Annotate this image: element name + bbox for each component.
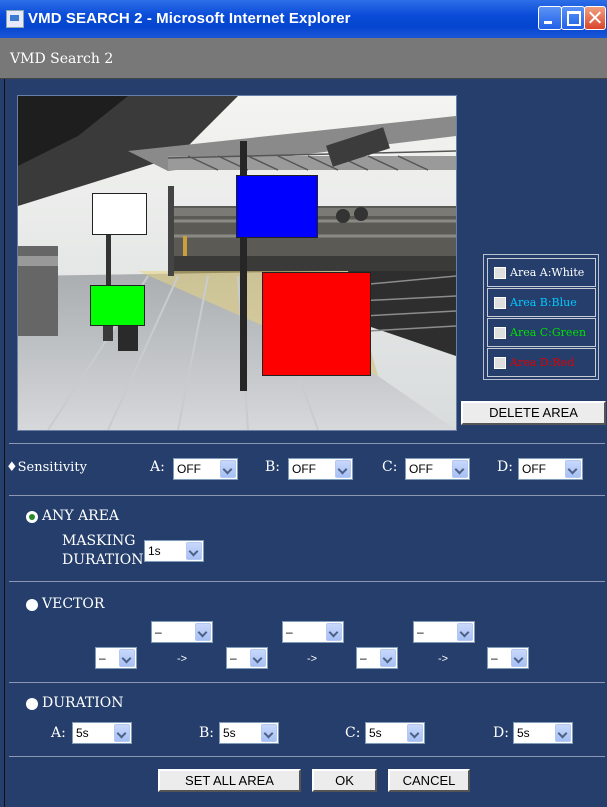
legend-item-area-b[interactable]: Area B:Blue bbox=[487, 288, 596, 317]
legend-item-area-d[interactable]: Area D:Red bbox=[487, 348, 596, 377]
maximize-icon[interactable] bbox=[561, 6, 585, 30]
sensitivity-a-label: A: bbox=[150, 459, 165, 475]
area-d-box[interactable] bbox=[262, 272, 371, 376]
legend-item-area-c[interactable]: Area C:Green bbox=[487, 318, 596, 347]
page-title: VMD Search 2 bbox=[10, 51, 114, 67]
chevron-down-icon[interactable] bbox=[457, 623, 473, 641]
area-d-checkbox[interactable] bbox=[494, 357, 506, 369]
ok-button[interactable]: OK bbox=[312, 769, 377, 792]
any-area-radio[interactable] bbox=[26, 511, 38, 523]
legend-item-area-a[interactable]: Area A:White bbox=[487, 258, 596, 287]
vector-bottom-select-3[interactable]: – bbox=[356, 647, 398, 669]
station-platform-image bbox=[18, 96, 456, 430]
ie-app-icon bbox=[6, 10, 24, 28]
legend-label-c: Area C:Green bbox=[510, 326, 587, 339]
area-a-box[interactable] bbox=[92, 193, 147, 235]
duration-c-label: C: bbox=[345, 725, 361, 741]
chevron-down-icon[interactable] bbox=[250, 649, 266, 667]
chevron-down-icon[interactable] bbox=[407, 724, 423, 742]
vector-arrow-3: -> bbox=[438, 653, 449, 665]
vector-top-select-3[interactable]: – bbox=[413, 621, 475, 643]
minimize-icon[interactable] bbox=[538, 6, 562, 30]
vector-top-select-2[interactable]: – bbox=[282, 621, 344, 643]
main-panel: Area A:White Area B:Blue Area C:Green Ar… bbox=[4, 79, 607, 807]
sensitivity-b-label: B: bbox=[265, 459, 281, 475]
divider bbox=[9, 495, 605, 496]
vector-bottom-select-1[interactable]: – bbox=[95, 647, 137, 669]
chevron-down-icon[interactable] bbox=[452, 460, 468, 478]
vector-top-select-1[interactable]: – bbox=[151, 621, 213, 643]
masking-duration-line1: MASKING bbox=[62, 533, 136, 549]
legend-label-a: Area A:White bbox=[510, 266, 585, 279]
chevron-down-icon[interactable] bbox=[220, 460, 236, 478]
area-c-box[interactable] bbox=[90, 285, 145, 326]
duration-a-label: A: bbox=[51, 725, 66, 741]
chevron-down-icon[interactable] bbox=[195, 623, 211, 641]
duration-radio[interactable] bbox=[26, 698, 38, 710]
masking-duration-select[interactable]: 1s bbox=[144, 540, 204, 562]
window-titlebar: VMD SEARCH 2 - Microsoft Internet Explor… bbox=[0, 0, 607, 38]
vector-bottom-select-4[interactable]: – bbox=[487, 647, 529, 669]
chevron-down-icon[interactable] bbox=[119, 649, 135, 667]
sensitivity-c-label: C: bbox=[382, 459, 398, 475]
area-c-checkbox[interactable] bbox=[494, 327, 506, 339]
vector-label: VECTOR bbox=[42, 596, 105, 612]
sensitivity-d-label: D: bbox=[497, 459, 513, 475]
legend-label-d: Area D:Red bbox=[510, 356, 575, 369]
masking-duration-line2: DURATION bbox=[62, 552, 144, 568]
vector-arrow-2: -> bbox=[307, 653, 318, 665]
chevron-down-icon[interactable] bbox=[511, 649, 527, 667]
duration-b-select[interactable]: 5s bbox=[219, 722, 279, 744]
vector-radio[interactable] bbox=[26, 599, 38, 611]
area-b-checkbox[interactable] bbox=[494, 297, 506, 309]
camera-image[interactable] bbox=[17, 95, 457, 431]
set-all-area-button[interactable]: SET ALL AREA bbox=[158, 769, 301, 792]
chevron-down-icon[interactable] bbox=[335, 460, 351, 478]
duration-a-select[interactable]: 5s bbox=[72, 722, 132, 744]
divider bbox=[9, 581, 605, 582]
cancel-button[interactable]: CANCEL bbox=[388, 769, 470, 792]
divider bbox=[9, 756, 605, 757]
legend-label-b: Area B:Blue bbox=[510, 296, 577, 309]
divider bbox=[9, 682, 605, 683]
chevron-down-icon[interactable] bbox=[555, 724, 571, 742]
window-title: VMD SEARCH 2 - Microsoft Internet Explor… bbox=[28, 10, 351, 27]
vector-arrow-1: -> bbox=[177, 653, 188, 665]
sensitivity-b-select[interactable]: OFF bbox=[288, 458, 353, 480]
area-a-checkbox[interactable] bbox=[494, 267, 506, 279]
chevron-down-icon[interactable] bbox=[565, 460, 581, 478]
sensitivity-c-select[interactable]: OFF bbox=[405, 458, 470, 480]
area-legend: Area A:White Area B:Blue Area C:Green Ar… bbox=[483, 254, 599, 380]
any-area-label: ANY AREA bbox=[42, 508, 120, 524]
chevron-down-icon[interactable] bbox=[114, 724, 130, 742]
duration-d-label: D: bbox=[493, 725, 509, 741]
chevron-down-icon[interactable] bbox=[380, 649, 396, 667]
sensitivity-d-select[interactable]: OFF bbox=[518, 458, 583, 480]
close-icon[interactable] bbox=[584, 6, 606, 30]
vector-bottom-select-2[interactable]: – bbox=[226, 647, 268, 669]
sensitivity-a-select[interactable]: OFF bbox=[173, 458, 238, 480]
duration-b-label: B: bbox=[199, 725, 215, 741]
app-header: VMD Search 2 bbox=[0, 38, 607, 79]
area-b-box[interactable] bbox=[236, 175, 318, 238]
duration-label: DURATION bbox=[42, 695, 124, 711]
chevron-down-icon[interactable] bbox=[186, 542, 202, 560]
chevron-down-icon[interactable] bbox=[261, 724, 277, 742]
duration-c-select[interactable]: 5s bbox=[365, 722, 425, 744]
delete-area-button[interactable]: DELETE AREA bbox=[461, 401, 606, 425]
duration-d-select[interactable]: 5s bbox=[513, 722, 573, 744]
divider bbox=[9, 443, 605, 444]
chevron-down-icon[interactable] bbox=[326, 623, 342, 641]
sensitivity-label: ♦Sensitivity bbox=[6, 460, 87, 475]
